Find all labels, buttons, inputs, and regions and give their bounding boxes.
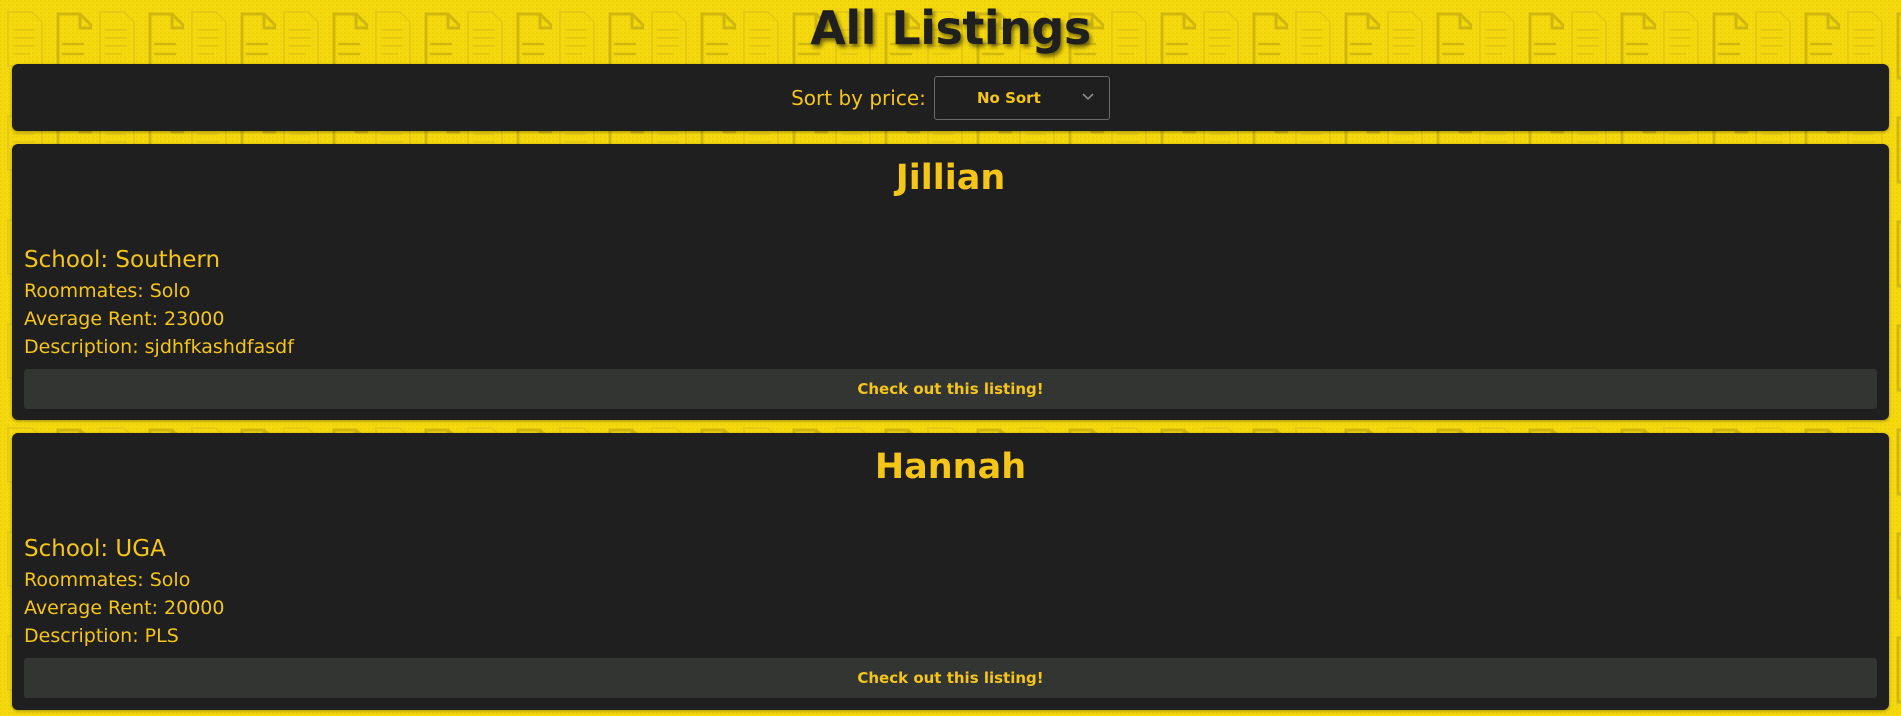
check-out-listing-button[interactable]: Check out this listing! — [24, 658, 1877, 698]
listing-name: Hannah — [874, 447, 1027, 487]
listing-school: School: UGA — [24, 536, 166, 562]
sort-price-select[interactable]: No Sort — [933, 75, 1110, 120]
sort-label: Sort by price: — [791, 85, 926, 110]
listing-roommates: Roommates: Solo — [24, 569, 191, 591]
check-out-listing-button[interactable]: Check out this listing! — [24, 369, 1877, 409]
page-title: All Listings — [810, 1, 1091, 55]
listing-rent: Average Rent: 23000 — [24, 308, 225, 330]
listing-card: Hannah School: UGA Roommates: Solo Avera… — [12, 433, 1889, 710]
sort-selected-value: No Sort — [976, 88, 1041, 107]
listing-school: School: Southern — [24, 247, 221, 273]
listing-description: Description: PLS — [24, 625, 179, 647]
listing-roommates: Roommates: Solo — [24, 280, 191, 302]
listing-name: Jillian — [895, 158, 1006, 198]
listing-card: Jillian School: Southern Roommates: Solo… — [12, 144, 1889, 420]
chevron-down-icon — [1082, 92, 1094, 100]
listing-description: Description: sjdhfkashdfasdf — [24, 336, 294, 358]
sort-bar: Sort by price: No Sort — [12, 64, 1889, 131]
listing-rent: Average Rent: 20000 — [24, 597, 225, 619]
